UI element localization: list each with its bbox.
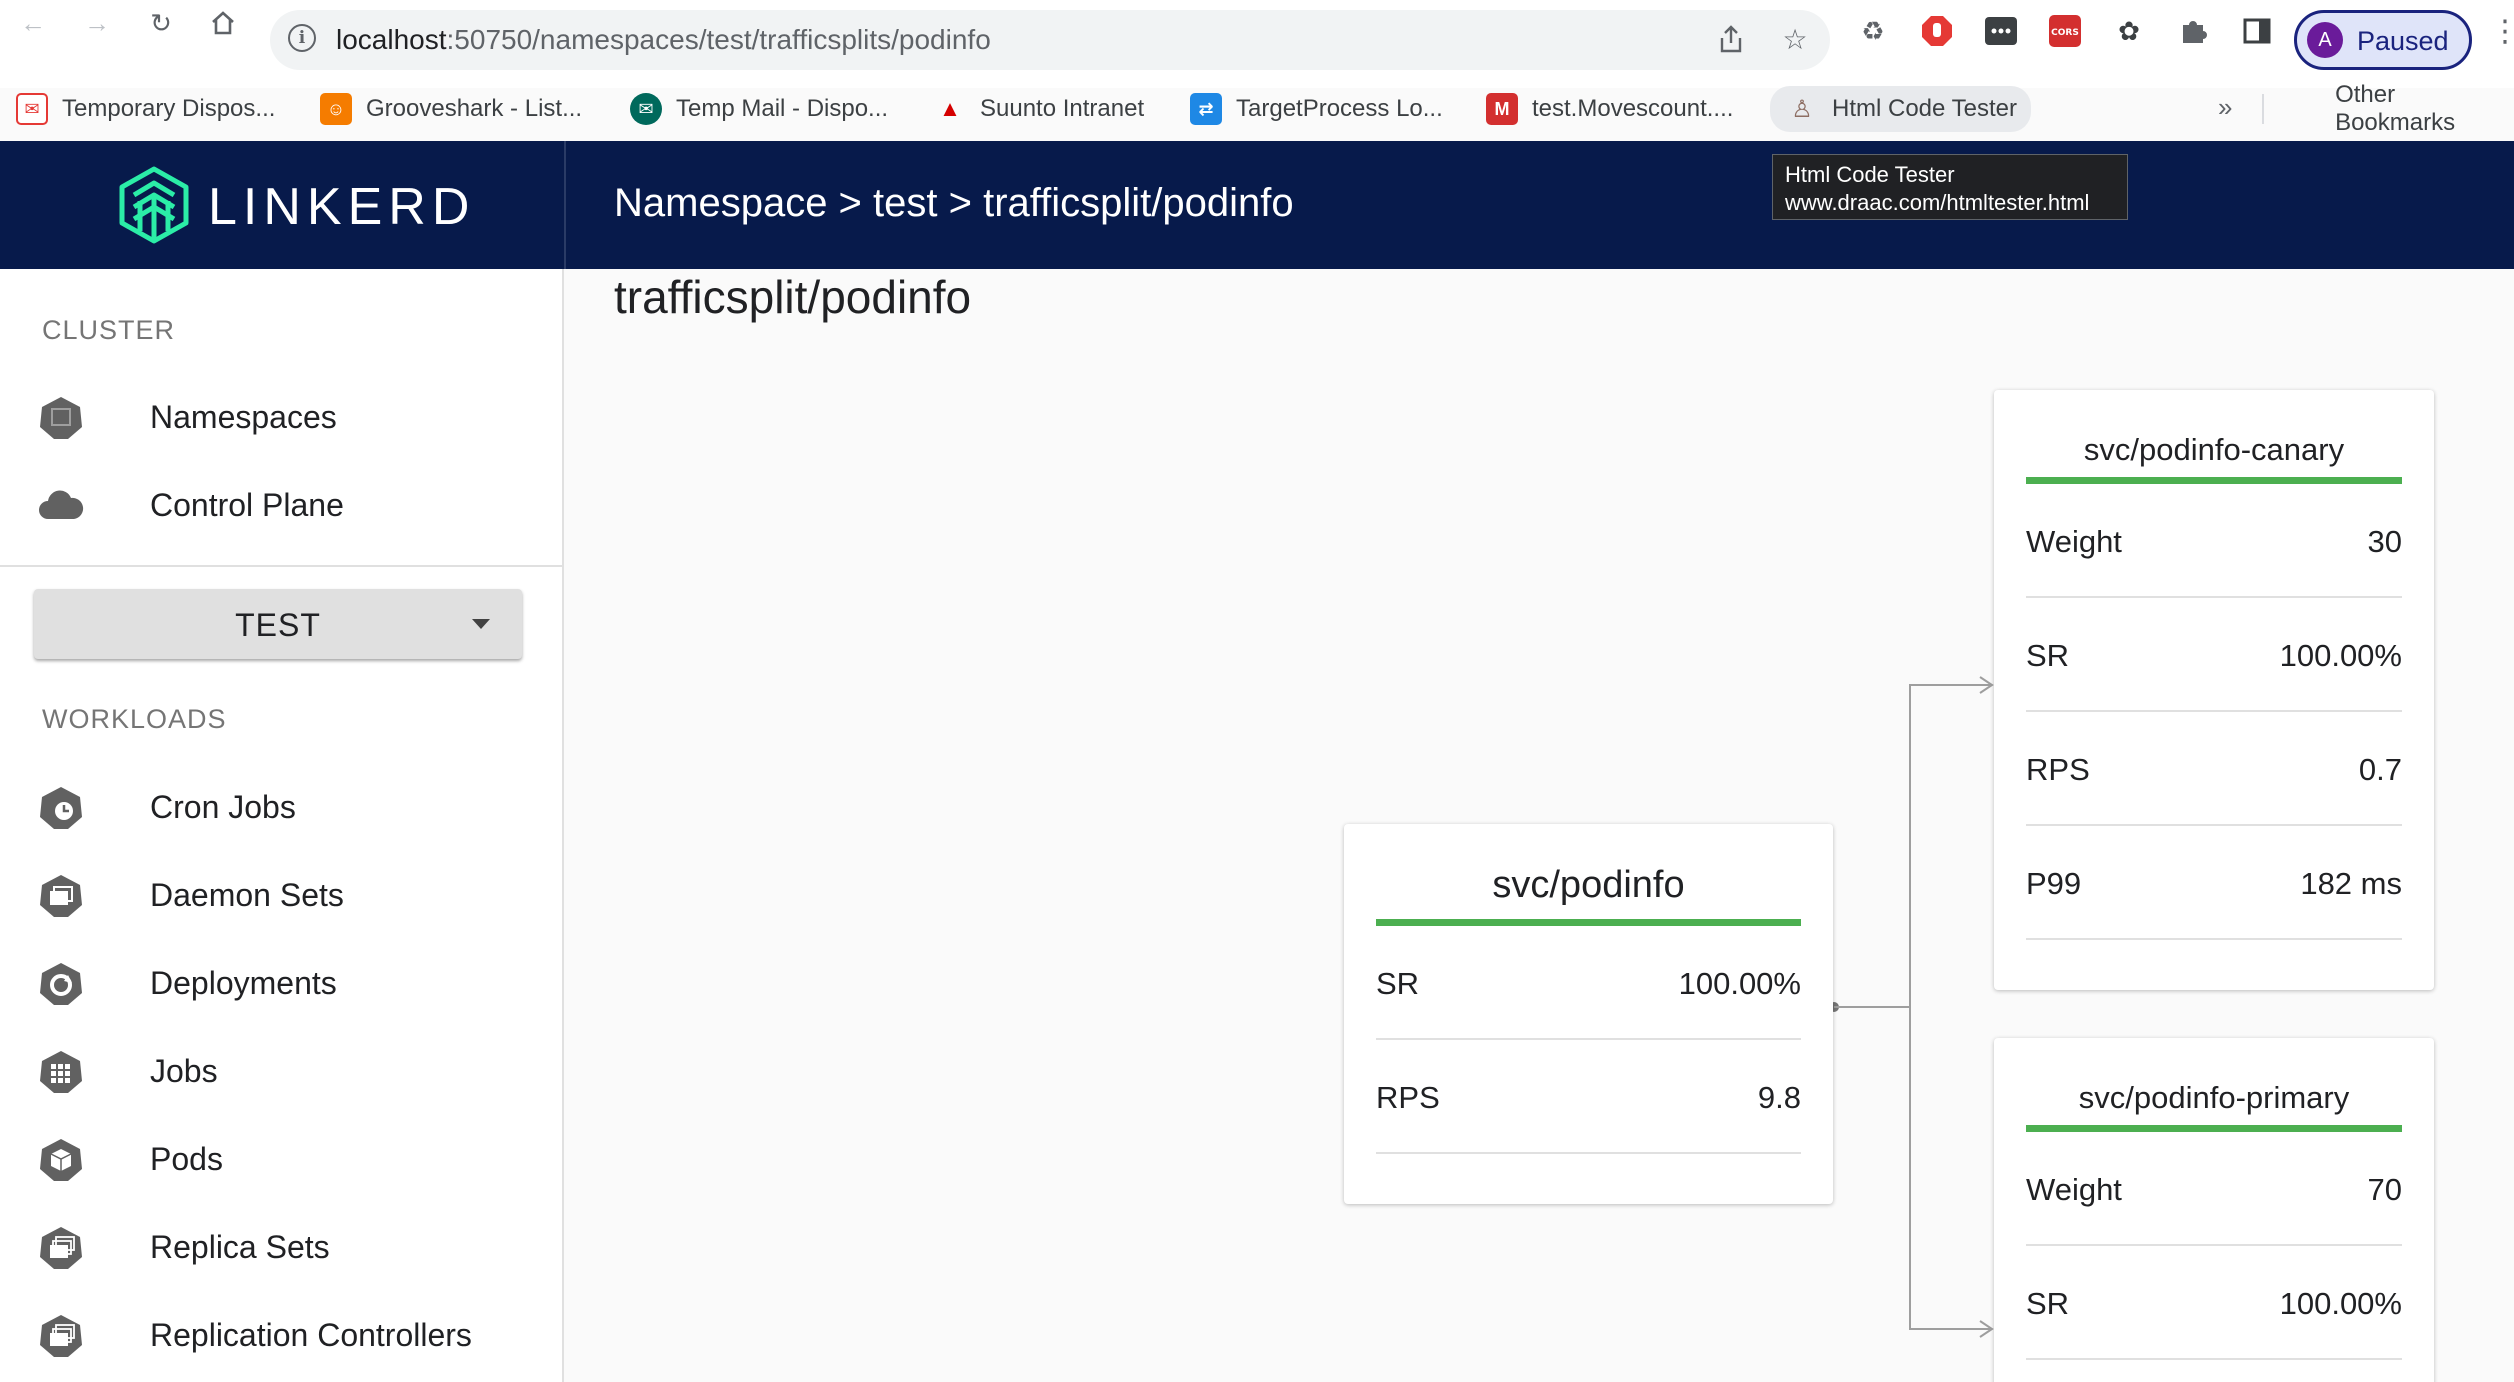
metric-row: SR 100.00% (1376, 926, 1801, 1040)
metric-name: Weight (2026, 524, 2122, 559)
metric-row: RPS 0.7 (2026, 712, 2402, 826)
metric-name: SR (2026, 1286, 2070, 1321)
metric-value: 0.7 (2358, 752, 2402, 787)
metric-name: RPS (1376, 1080, 1440, 1115)
leaf-service-card-primary[interactable]: svc/podinfo-primary Weight 70 SR 100.00% (1994, 1038, 2434, 1382)
metric-name: SR (2026, 638, 2070, 673)
metric-value: 182 ms (2300, 866, 2402, 901)
metric-row: SR 100.00% (2026, 1246, 2402, 1360)
metric-name: P99 (2026, 866, 2082, 901)
metric-value: 9.8 (1757, 1080, 1801, 1115)
card-title: svc/podinfo-primary (2078, 1080, 2350, 1115)
metric-value: 100.00% (2279, 1286, 2402, 1321)
card-title: svc/podinfo-canary (2083, 432, 2345, 467)
metric-value: 100.00% (2279, 638, 2402, 673)
metric-row: SR 100.00% (2026, 598, 2402, 712)
metric-row: RPS 9.8 (1376, 1040, 1801, 1154)
metric-row: Weight 30 (2026, 484, 2402, 598)
tooltip-title: Html Code Tester (1785, 162, 1955, 187)
metric-name: Weight (2026, 1172, 2122, 1207)
metric-row: P99 182 ms (2026, 826, 2402, 940)
tooltip-url: www.draac.com/htmltester.html (1785, 190, 2090, 215)
connector-to-canary (1834, 684, 1990, 1008)
leaf-service-card-canary[interactable]: svc/podinfo-canary Weight 30 SR 100.00% … (1994, 390, 2434, 990)
success-rate-bar (2026, 477, 2402, 484)
card-title: svc/podinfo (1492, 864, 1685, 906)
metric-value: 30 (2367, 524, 2402, 559)
metric-name: SR (1376, 966, 1420, 1001)
metric-row: Weight 70 (2026, 1132, 2402, 1246)
success-rate-bar (2026, 1125, 2402, 1132)
source-service-card[interactable]: svc/podinfo SR 100.00% RPS 9.8 (1344, 824, 1833, 1204)
metric-value: 100.00% (1678, 966, 1801, 1001)
connector-to-primary (1909, 1007, 1990, 1330)
metric-name: RPS (2026, 752, 2090, 787)
bookmark-tooltip: Html Code Tester www.draac.com/htmlteste… (1772, 154, 2128, 220)
success-rate-bar (1376, 919, 1801, 926)
metric-value: 70 (2367, 1172, 2402, 1207)
